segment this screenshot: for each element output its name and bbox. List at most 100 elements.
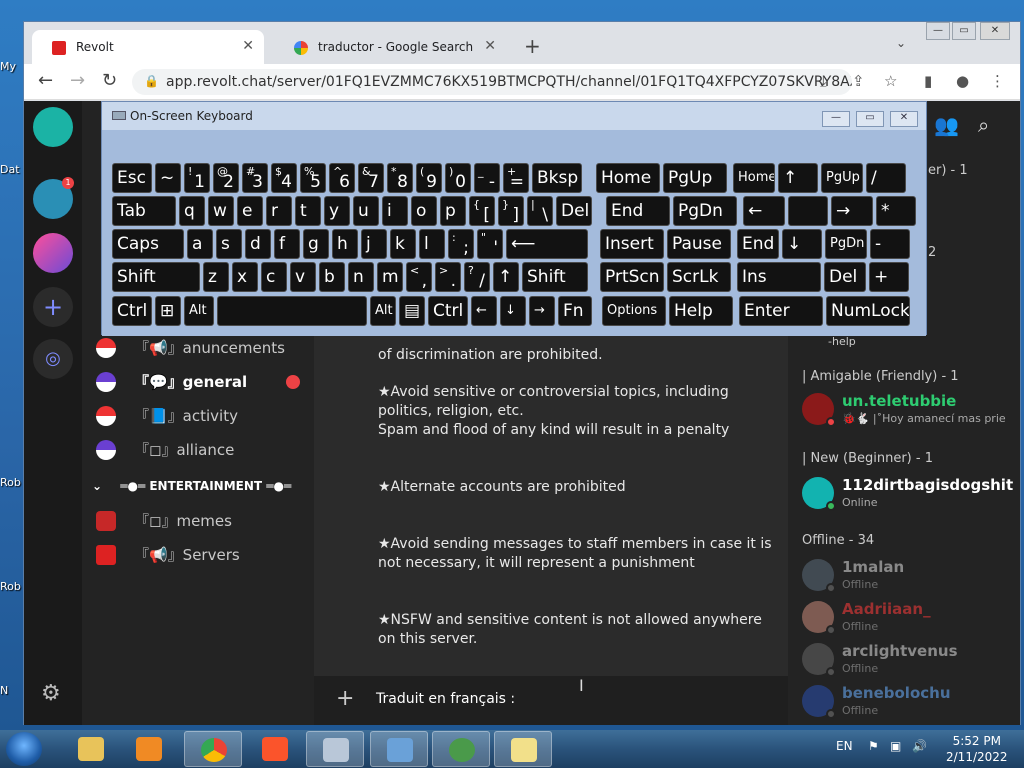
osk-key[interactable]: Shift [522,262,588,292]
osk-key[interactable]: {[ [469,196,495,226]
osk-key[interactable]: v [290,262,316,292]
tab-revolt[interactable]: Revolt ✕ [32,30,264,64]
taskbar-network[interactable] [432,731,490,767]
osk-maximize-button[interactable]: ▭ [856,111,884,127]
osk-key[interactable]: Esc [112,163,152,193]
osk-key[interactable]: ⟵ [506,229,588,259]
osk-key[interactable]: i [382,196,408,226]
taskbar-messenger[interactable] [494,731,552,767]
osk-key[interactable]: Tab [112,196,176,226]
osk-key[interactable]: Ctrl [112,296,152,326]
osk-key[interactable]: NumLock [826,296,910,326]
osk-close-button[interactable]: ✕ [890,111,918,127]
osk-key[interactable]: PgDn [825,229,867,259]
osk-key[interactable]: ↑ [778,163,818,193]
close-icon[interactable]: ✕ [484,38,496,54]
osk-key[interactable]: o [411,196,437,226]
osk-key[interactable]: ScrLk [667,262,731,292]
osk-key[interactable]: ▤ [399,296,425,326]
osk-key[interactable]: l [419,229,445,259]
osk-key[interactable]: → [831,196,873,226]
osk-key[interactable]: ↓ [782,229,822,259]
osk-key[interactable]: (9 [416,163,442,193]
message-composer[interactable]: + Traduit en français : I [314,676,788,725]
osk-key[interactable]: >. [435,262,461,292]
osk-key[interactable]: + [869,262,909,292]
address-bar[interactable]: 🔒 app.revolt.chat/server/01FQ1EVZMMC76KX… [132,69,852,95]
osk-key[interactable]: u [353,196,379,226]
osk-key[interactable]: x [232,262,258,292]
menu-dots-icon[interactable]: ⋮ [990,72,1005,90]
osk-key[interactable]: ! 1 [184,163,210,193]
osk-key[interactable]: ← [743,196,785,226]
osk-key[interactable]: PgUp [663,163,727,193]
osk-key[interactable]: * [876,196,916,226]
bookmark-star-icon[interactable]: ☆ [884,72,897,90]
osk-key[interactable]: Del [824,262,866,292]
osk-key[interactable] [217,296,367,326]
osk-key[interactable]: ~ ` [155,163,181,193]
osk-key[interactable]: $4 [271,163,297,193]
minimize-button[interactable]: — [926,22,950,40]
osk-key[interactable]: w [208,196,234,226]
clock[interactable]: 5:52 PM 2/11/2022 [946,733,1008,765]
osk-key[interactable]: s [216,229,242,259]
osk-key[interactable]: b [319,262,345,292]
osk-key[interactable]: f [274,229,300,259]
osk-key[interactable]: <, [406,262,432,292]
osk-key[interactable]: ← [471,296,497,326]
osk-key[interactable]: z [203,262,229,292]
reload-icon[interactable]: ↻ [102,70,117,91]
osk-key[interactable]: g [303,229,329,259]
osk-key[interactable]: % 5 [300,163,326,193]
channel-general[interactable]: 『💬』general [96,368,300,396]
osk-key[interactable]: ↓ [500,296,526,326]
taskbar-osk[interactable] [306,731,364,767]
start-button[interactable] [6,732,42,766]
osk-key[interactable]: _ - [474,163,500,193]
osk-key[interactable]: Home [596,163,660,193]
osk-key[interactable]: k [390,229,416,259]
osk-key[interactable]: y [324,196,350,226]
back-arrow-icon[interactable]: ← [38,70,53,91]
osk-key[interactable]: Bksp [532,163,582,193]
network-icon[interactable]: ▣ [890,739,901,753]
close-icon[interactable]: ✕ [242,38,254,54]
osk-key[interactable]: n [348,262,374,292]
osk-key[interactable]: Ins [737,262,821,292]
channel-memes[interactable]: 『◻』memes [96,507,296,535]
side-panel-icon[interactable]: ▮ [924,72,932,90]
share-icon[interactable]: ⇪ [852,72,865,90]
composer-input[interactable]: Traduit en français : [376,691,515,707]
server-icon[interactable] [33,233,73,273]
taskbar-brave[interactable] [246,731,304,767]
osk-key[interactable]: → [529,296,555,326]
settings-gear-icon[interactable]: ⚙ [41,681,61,706]
osk-key[interactable]: Shift [112,262,200,292]
osk-key[interactable]: / [866,163,906,193]
profile-icon[interactable]: ● [956,72,969,90]
member-item[interactable]: Aadriiaan_ Offline [802,599,1012,639]
member-item[interactable]: benebolochu Offline [802,683,1012,723]
osk-key[interactable]: & 7 [358,163,384,193]
members-icon[interactable]: 👥 [934,113,959,137]
osk-key[interactable]: Options [602,296,666,326]
osk-key[interactable]: h [332,229,358,259]
taskbar-media-player[interactable] [120,731,178,767]
osk-key[interactable]: PgDn [673,196,737,226]
osk-key[interactable]: Del [556,196,592,226]
osk-key[interactable]: Alt [370,296,396,326]
forward-arrow-icon[interactable]: → [70,70,85,91]
tab-google-search[interactable]: traductor - Google Search ✕ [274,30,506,64]
osk-key[interactable]: - [870,229,910,259]
osk-key[interactable]: }] [498,196,524,226]
osk-key[interactable]: #3 [242,163,268,193]
osk-key[interactable]: m [377,262,403,292]
osk-key[interactable]: ^ 6 [329,163,355,193]
osk-key[interactable]: Alt [184,296,214,326]
channel-alliance[interactable]: 『◻』alliance [96,436,296,464]
home-avatar[interactable] [33,107,73,147]
osk-title-bar[interactable]: On-Screen Keyboard — ▭ ✕ [102,102,926,130]
channel-anuncements[interactable]: 『📢』anuncements [96,334,296,362]
osk-key[interactable]: t [295,196,321,226]
